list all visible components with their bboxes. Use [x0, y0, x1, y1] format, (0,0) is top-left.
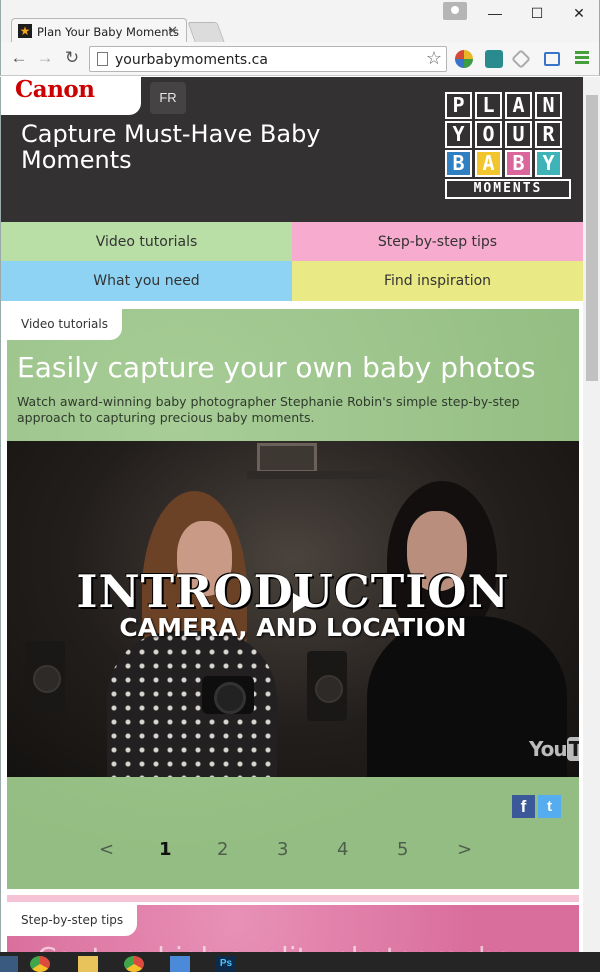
step-by-step-section: Step-by-step tips Capture high-quality p…: [7, 905, 579, 952]
nav-step-by-step-tips[interactable]: Step-by-step tips: [292, 222, 583, 261]
youtube-logo-box: Tube: [566, 737, 579, 761]
nav-video-tutorials[interactable]: Video tutorials: [1, 222, 292, 261]
url-text[interactable]: yourbabymoments.ca: [115, 52, 268, 68]
pager-prev-button[interactable]: <: [99, 839, 114, 860]
pager-page-1[interactable]: 1: [159, 839, 172, 860]
section-heading: Capture high-quality photographs: [37, 941, 510, 952]
wall-frame: [257, 443, 317, 473]
pager-page-4[interactable]: 4: [337, 839, 348, 860]
logo-row-plan: P L A N: [445, 92, 571, 119]
youtube-logo-text: You: [529, 737, 568, 761]
logo-block: O: [475, 121, 502, 148]
section-label: Video tutorials: [7, 309, 122, 340]
extension-chrome-icon[interactable]: [455, 50, 473, 68]
section-heading: Easily capture your own baby photos: [17, 351, 536, 384]
logo-block: N: [535, 92, 562, 119]
logo-row-baby: B A B Y: [445, 150, 571, 177]
page-icon: [97, 52, 108, 66]
logo-block: A: [505, 92, 532, 119]
extension-screen-icon[interactable]: [544, 52, 560, 66]
section-divider: [7, 895, 579, 902]
image-viewer-icon[interactable]: [170, 956, 190, 972]
back-button[interactable]: ←: [9, 48, 29, 68]
file-explorer-icon[interactable]: [78, 956, 98, 972]
pager-page-5[interactable]: 5: [397, 839, 408, 860]
logo-block: L: [475, 92, 502, 119]
nav-what-you-need[interactable]: What you need: [1, 261, 292, 301]
canon-logo[interactable]: Canon: [15, 77, 95, 103]
site-title: Capture Must-Have Baby Moments: [21, 120, 321, 174]
play-icon[interactable]: [293, 593, 310, 613]
nav-find-inspiration[interactable]: Find inspiration: [292, 261, 583, 301]
pager-next-button[interactable]: >: [457, 839, 472, 860]
photoshop-icon[interactable]: Ps: [216, 956, 236, 972]
site-header: Canon FR Capture Must-Have Baby Moments …: [1, 77, 583, 222]
profile-icon[interactable]: [443, 2, 467, 20]
speaker: [307, 651, 347, 721]
page-viewport: Canon FR Capture Must-Have Baby Moments …: [0, 77, 600, 952]
plan-your-baby-moments-logo[interactable]: P L A N Y O U R B A B Y MOMENTS: [445, 92, 571, 204]
shelf: [247, 471, 407, 479]
pager-page-3[interactable]: 3: [277, 839, 288, 860]
logo-row-your: Y O U R: [445, 121, 571, 148]
extension-tag-icon[interactable]: [511, 49, 531, 69]
logo-block: R: [535, 121, 562, 148]
browser-tab[interactable]: ★ Plan Your Baby Moments ✕: [11, 18, 187, 42]
youtube-logo[interactable]: YouTube: [529, 737, 579, 761]
maximize-button[interactable]: ☐: [519, 2, 555, 24]
minimize-button[interactable]: —: [477, 2, 513, 24]
logo-block: U: [505, 121, 532, 148]
logo-moments: MOMENTS: [445, 179, 571, 199]
forward-button[interactable]: →: [35, 48, 55, 68]
star-favicon-icon: ★: [18, 24, 32, 38]
section-nav: Video tutorials Step-by-step tips What y…: [1, 222, 583, 301]
close-window-button[interactable]: ✕: [561, 2, 597, 24]
logo-block: B: [505, 150, 532, 177]
logo-block: Y: [445, 121, 472, 148]
new-tab-button[interactable]: [187, 22, 225, 42]
video-player[interactable]: INTRODUCTION CAMERA, AND LOCATION YouTub…: [7, 441, 579, 777]
video-tutorials-section: Video tutorials Easily capture your own …: [7, 309, 579, 889]
bookmark-star-icon[interactable]: ☆: [426, 48, 442, 69]
logo-block: P: [445, 92, 472, 119]
os-taskbar: Ps: [0, 952, 600, 972]
page-scrollbar[interactable]: [583, 77, 600, 952]
browser-menu-icon[interactable]: [575, 51, 589, 65]
twitter-share-icon[interactable]: t: [538, 795, 561, 818]
tab-title: Plan Your Baby Moments: [37, 25, 180, 39]
brand-tab[interactable]: Canon: [1, 77, 141, 115]
browser-titlebar: ★ Plan Your Baby Moments ✕ — ☐ ✕: [0, 0, 600, 42]
video-subtitle: CAMERA, AND LOCATION: [119, 613, 467, 642]
speaker: [25, 641, 65, 711]
extension-wave-icon[interactable]: [485, 50, 503, 68]
camera-icon: [202, 676, 254, 714]
chrome-taskbar-icon[interactable]: [124, 956, 144, 972]
scrollbar-thumb[interactable]: [586, 95, 598, 381]
language-toggle-button[interactable]: FR: [150, 82, 186, 114]
facebook-share-icon[interactable]: f: [512, 795, 535, 818]
logo-block: B: [445, 150, 472, 177]
reload-button[interactable]: ↻: [62, 48, 82, 68]
browser-toolbar: ← → ↻ yourbabymoments.ca ☆: [0, 42, 600, 76]
start-icon[interactable]: [0, 956, 18, 972]
pager-page-2[interactable]: 2: [217, 839, 228, 860]
section-label: Step-by-step tips: [7, 905, 138, 936]
address-bar[interactable]: yourbabymoments.ca ☆: [89, 46, 447, 72]
section-description: Watch award-winning baby photographer St…: [17, 394, 520, 425]
video-pager: < 1 2 3 4 5 >: [7, 839, 579, 869]
logo-block: A: [475, 150, 502, 177]
chrome-taskbar-icon[interactable]: [30, 956, 50, 972]
logo-block: Y: [535, 150, 562, 177]
tab-close-icon[interactable]: ✕: [167, 23, 178, 39]
